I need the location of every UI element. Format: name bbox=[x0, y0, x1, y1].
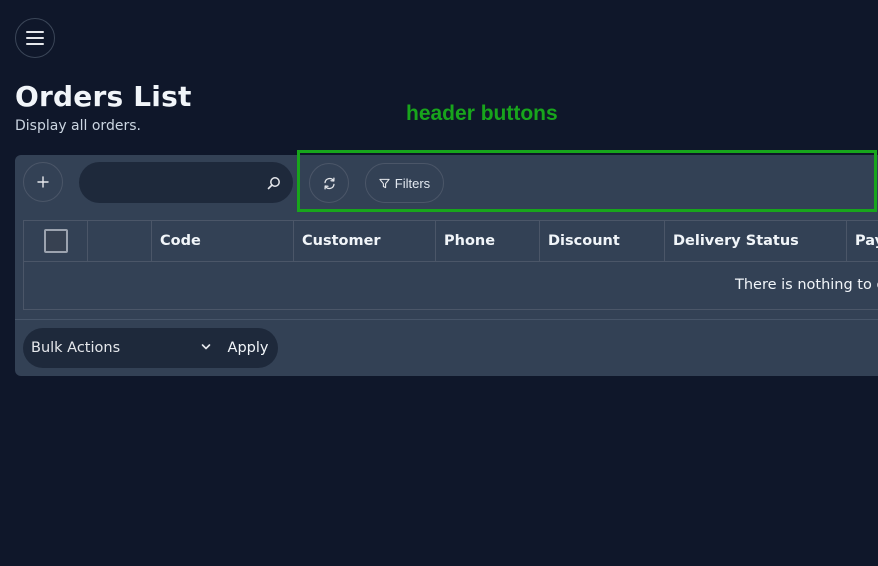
annotation-label: header buttons bbox=[406, 102, 558, 125]
page-title: Orders List bbox=[15, 80, 192, 113]
apply-button[interactable]: Apply bbox=[222, 328, 274, 368]
bulk-actions-group: Bulk Actions Apply bbox=[23, 328, 278, 368]
filter-icon bbox=[379, 178, 390, 188]
column-header-code[interactable]: Code bbox=[152, 221, 294, 261]
empty-message: There is nothing to di bbox=[735, 277, 878, 293]
column-header-payment[interactable]: Pay bbox=[847, 221, 878, 261]
table-footer: Bulk Actions Apply bbox=[15, 319, 878, 376]
orders-page: Orders List Display all orders. header b… bbox=[0, 0, 878, 566]
search-input[interactable] bbox=[93, 162, 263, 203]
orders-table: Code Customer Phone Discount Delivery St… bbox=[23, 220, 878, 310]
bulk-actions-label: Bulk Actions bbox=[31, 340, 121, 356]
select-all-cell bbox=[24, 221, 88, 261]
bulk-actions-select[interactable]: Bulk Actions bbox=[31, 328, 211, 368]
plus-icon bbox=[37, 176, 49, 188]
empty-row: There is nothing to di bbox=[24, 262, 878, 310]
search-box bbox=[79, 162, 293, 203]
column-header-discount[interactable]: Discount bbox=[540, 221, 665, 261]
menu-button[interactable] bbox=[15, 18, 55, 58]
hamburger-icon bbox=[26, 31, 44, 45]
column-header-phone[interactable]: Phone bbox=[436, 221, 540, 261]
column-header-customer[interactable]: Customer bbox=[294, 221, 436, 261]
table-header: Code Customer Phone Discount Delivery St… bbox=[24, 221, 878, 262]
refresh-icon bbox=[323, 177, 335, 189]
search-icon[interactable] bbox=[267, 175, 281, 194]
column-header-actions[interactable] bbox=[88, 221, 152, 261]
add-order-button[interactable] bbox=[23, 162, 63, 202]
column-header-delivery-status[interactable]: Delivery Status bbox=[665, 221, 847, 261]
orders-card: Filters Code Customer Phone Discount Del… bbox=[15, 155, 878, 376]
page-subtitle: Display all orders. bbox=[15, 118, 141, 134]
filters-button[interactable]: Filters bbox=[365, 163, 444, 203]
refresh-button[interactable] bbox=[309, 163, 349, 203]
select-all-checkbox[interactable] bbox=[44, 229, 68, 253]
table-toolbar: Filters bbox=[15, 155, 878, 210]
filters-label: Filters bbox=[394, 175, 431, 191]
chevron-down-icon bbox=[201, 344, 211, 350]
